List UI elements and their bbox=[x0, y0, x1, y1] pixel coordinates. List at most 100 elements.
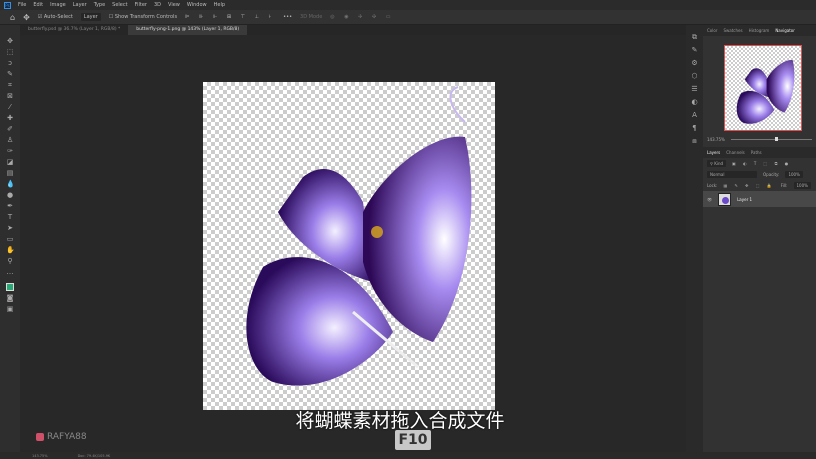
layer-name[interactable]: Layer 1 bbox=[737, 197, 752, 202]
status-zoom[interactable]: 143.75% bbox=[32, 454, 48, 458]
menu-view[interactable]: View bbox=[168, 2, 180, 8]
navigator-tabs: Color Swatches Histogram Navigator bbox=[703, 25, 816, 36]
fill-field[interactable]: 100% bbox=[793, 182, 811, 189]
watermark: RAFYA88 bbox=[36, 432, 87, 442]
tab-channels[interactable]: Channels bbox=[726, 150, 745, 155]
menu-bar: Ps File Edit Image Layer Type Select Fil… bbox=[0, 0, 816, 10]
move-tool-icon[interactable]: ✥ bbox=[6, 37, 14, 45]
shape-tool-icon[interactable]: ▭ bbox=[6, 235, 14, 243]
panel-icon-strip: ⧉ ✎ ⚙ ⬡ ☰ ◐ A ¶ ⧈ bbox=[686, 25, 703, 452]
more-icon[interactable]: ••• bbox=[283, 14, 292, 20]
kind-filter-dropdown[interactable]: ⚲ Kind bbox=[707, 160, 727, 167]
history-brush-icon[interactable]: ✑ bbox=[6, 147, 14, 155]
blend-row: Normal Opacity: 100% bbox=[703, 169, 816, 180]
lock-icons[interactable]: ▦ ✎ ✥ ⬚ 🔒 bbox=[723, 183, 774, 188]
3d-icon[interactable]: ⬡ bbox=[691, 72, 699, 80]
menu-select[interactable]: Select bbox=[112, 2, 127, 8]
blur-icon[interactable]: 💧 bbox=[6, 180, 15, 188]
history-icon[interactable]: ⧉ bbox=[691, 33, 699, 41]
foreground-color-swatch[interactable] bbox=[6, 283, 14, 291]
lock-row: Lock: ▦ ✎ ✥ ⬚ 🔒 Fill: 100% bbox=[703, 180, 816, 191]
fill-label: Fill: bbox=[780, 183, 788, 188]
tab-butterfly-png[interactable]: butterfly-png-1.png @ 143% (Layer 1, RGB… bbox=[128, 25, 248, 35]
screen-mode-icon[interactable]: ▣ bbox=[6, 305, 14, 313]
menu-edit[interactable]: Edit bbox=[33, 2, 43, 8]
brush-settings-icon[interactable]: ✎ bbox=[691, 46, 699, 54]
right-panels: Color Swatches Histogram Navigator 143.7… bbox=[703, 25, 816, 452]
visibility-eye-icon[interactable]: 👁 bbox=[707, 197, 712, 202]
butterfly-image bbox=[246, 86, 472, 386]
layer-comps-icon[interactable]: ⧈ bbox=[691, 137, 699, 145]
auto-select-checkbox[interactable]: ☑ Auto-Select bbox=[38, 14, 73, 20]
stamp-tool-icon[interactable]: ♙ bbox=[6, 136, 14, 144]
photoshop-logo-icon: Ps bbox=[4, 1, 11, 9]
opacity-label: Opacity: bbox=[763, 172, 780, 177]
3d-tools-icons[interactable]: ◎ ◉ ✢ ✣ ▭ bbox=[330, 14, 394, 20]
properties-icon[interactable]: ☰ bbox=[691, 85, 699, 93]
frame-tool-icon[interactable]: ⊠ bbox=[6, 92, 14, 100]
gradient-icon[interactable]: ▤ bbox=[6, 169, 14, 177]
tab-paths[interactable]: Paths bbox=[751, 150, 762, 155]
filter-row: ⚲ Kind ▣ ◐ T ⬚ ⧉ ● bbox=[703, 158, 816, 169]
styles-icon[interactable]: ◐ bbox=[691, 98, 699, 106]
menu-layer[interactable]: Layer bbox=[73, 2, 87, 8]
menu-image[interactable]: Image bbox=[50, 2, 66, 8]
paragraph-icon[interactable]: ¶ bbox=[691, 124, 699, 132]
document-tabs: butterfly.psd @ 36.7% (Layer 1, RGB/8) *… bbox=[20, 25, 686, 35]
transform-label: Show Transform Controls bbox=[114, 14, 178, 20]
eraser-icon[interactable]: ◪ bbox=[6, 158, 14, 166]
lasso-tool-icon[interactable]: ↄ bbox=[6, 59, 14, 67]
marquee-tool-icon[interactable]: ⬚ bbox=[6, 48, 14, 56]
filter-icons[interactable]: ▣ ◐ T ⬚ ⧉ ● bbox=[732, 161, 791, 166]
hand-tool-icon[interactable]: ✋ bbox=[6, 246, 15, 254]
menu-file[interactable]: File bbox=[18, 2, 26, 8]
character-icon[interactable]: A bbox=[691, 111, 699, 119]
kind-label: Kind bbox=[714, 161, 724, 166]
navigator-butterfly-image bbox=[736, 59, 795, 124]
tab-navigator[interactable]: Navigator bbox=[775, 28, 795, 33]
layers-tabs: Layers Channels Paths bbox=[703, 147, 816, 158]
menu-filter[interactable]: Filter bbox=[135, 2, 147, 8]
align-icons[interactable]: ⊫ ⊪ ⊩ ⊞ ⊤ ⊥ ⊦ bbox=[185, 14, 275, 20]
adjustments-icon[interactable]: ⚙ bbox=[691, 59, 699, 67]
3d-mode-label: 3D Mode bbox=[300, 14, 323, 20]
subtitle-caption: 将蝴蝶素材拖入合成文件 bbox=[295, 410, 505, 432]
blend-mode-dropdown[interactable]: Normal bbox=[707, 171, 757, 178]
menu-help[interactable]: Help bbox=[214, 2, 225, 8]
brush-tool-icon[interactable]: ✐ bbox=[6, 125, 14, 133]
crop-tool-icon[interactable]: ⌗ bbox=[6, 81, 14, 89]
dodge-icon[interactable]: ● bbox=[6, 191, 14, 199]
layer-row[interactable]: 👁 Layer 1 bbox=[703, 191, 816, 207]
transform-controls-checkbox[interactable]: ☐ Show Transform Controls bbox=[109, 14, 177, 20]
instagram-icon bbox=[36, 433, 44, 441]
zoom-slider[interactable] bbox=[730, 137, 812, 141]
type-tool-icon[interactable]: T bbox=[6, 213, 14, 221]
quick-select-icon[interactable]: ✎ bbox=[6, 70, 14, 78]
tab-layers[interactable]: Layers bbox=[707, 150, 720, 155]
home-icon[interactable]: ⌂ bbox=[10, 13, 15, 22]
tab-swatches[interactable]: Swatches bbox=[723, 28, 742, 33]
menu-window[interactable]: Window bbox=[187, 2, 207, 8]
move-tool-icon[interactable]: ✥ bbox=[23, 13, 30, 22]
zoom-tool-icon[interactable]: ⚲ bbox=[6, 257, 14, 265]
eyedropper-icon[interactable]: ⁄ bbox=[6, 103, 14, 111]
tab-histogram[interactable]: Histogram bbox=[749, 28, 770, 33]
auto-select-label: Auto-Select bbox=[43, 14, 73, 20]
navigator-thumbnail[interactable] bbox=[724, 45, 802, 131]
navigator-zoom-value[interactable]: 143.75% bbox=[707, 137, 725, 142]
more-tools-icon[interactable]: … bbox=[6, 268, 14, 276]
opacity-field[interactable]: 100% bbox=[785, 171, 803, 178]
healing-brush-icon[interactable]: ✚ bbox=[6, 114, 14, 122]
options-bar: ⌂ ✥ ☑ Auto-Select Layer ☐ Show Transform… bbox=[0, 10, 816, 25]
tab-color[interactable]: Color bbox=[707, 28, 717, 33]
menu-type[interactable]: Type bbox=[94, 2, 105, 8]
layer-thumbnail bbox=[718, 192, 732, 206]
menu-3d[interactable]: 3D bbox=[154, 2, 161, 8]
tab-butterfly-psd[interactable]: butterfly.psd @ 36.7% (Layer 1, RGB/8) * bbox=[20, 25, 128, 35]
layer-select-dropdown[interactable]: Layer bbox=[80, 13, 101, 21]
document-canvas[interactable] bbox=[203, 82, 495, 410]
lock-label: Lock: bbox=[707, 183, 718, 188]
path-select-icon[interactable]: ➤ bbox=[6, 224, 14, 232]
pen-tool-icon[interactable]: ✒ bbox=[6, 202, 14, 210]
quick-mask-icon[interactable]: ◙ bbox=[6, 294, 14, 302]
